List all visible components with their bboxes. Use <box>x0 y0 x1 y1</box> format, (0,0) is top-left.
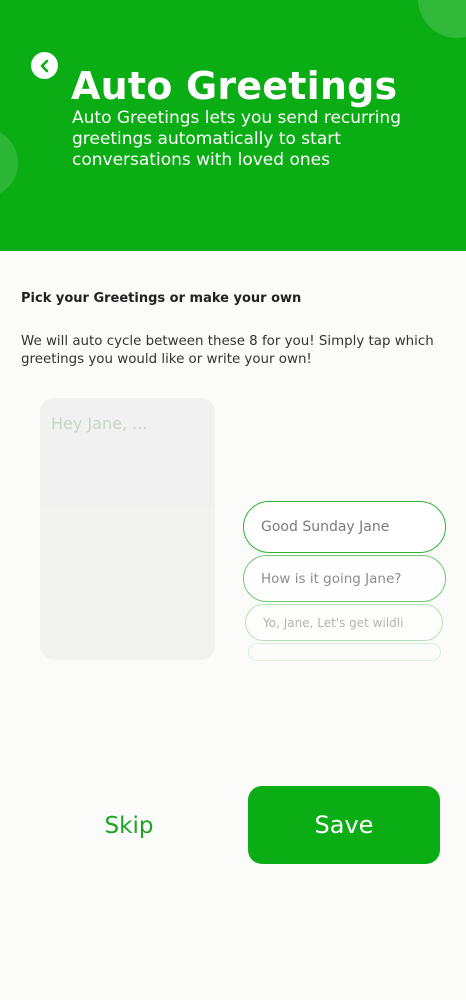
page-subtitle: Auto Greetings lets you send recurring g… <box>72 108 401 170</box>
back-button[interactable] <box>31 52 58 79</box>
decorative-circle <box>0 128 18 198</box>
custom-greeting-input[interactable] <box>40 398 215 660</box>
chevron-left-icon <box>40 59 48 72</box>
page-title: Auto Greetings <box>71 64 398 108</box>
greeting-chip[interactable]: How is it going Jane? <box>243 555 446 602</box>
header-banner: Auto Greetings Auto Greetings lets you s… <box>0 0 466 251</box>
greeting-chip[interactable] <box>248 643 441 661</box>
custom-greeting-card[interactable] <box>40 398 215 660</box>
skip-button[interactable]: Skip <box>70 800 188 852</box>
greeting-chip[interactable]: Yo, Jane, Let's get wildli <box>245 604 443 641</box>
section-description: We will auto cycle between these 8 for y… <box>21 334 434 367</box>
section-title: Pick your Greetings or make your own <box>21 291 302 306</box>
greeting-chip[interactable]: Good Sunday Jane <box>243 501 446 553</box>
save-button[interactable]: Save <box>248 786 440 864</box>
decorative-circle <box>418 0 466 38</box>
